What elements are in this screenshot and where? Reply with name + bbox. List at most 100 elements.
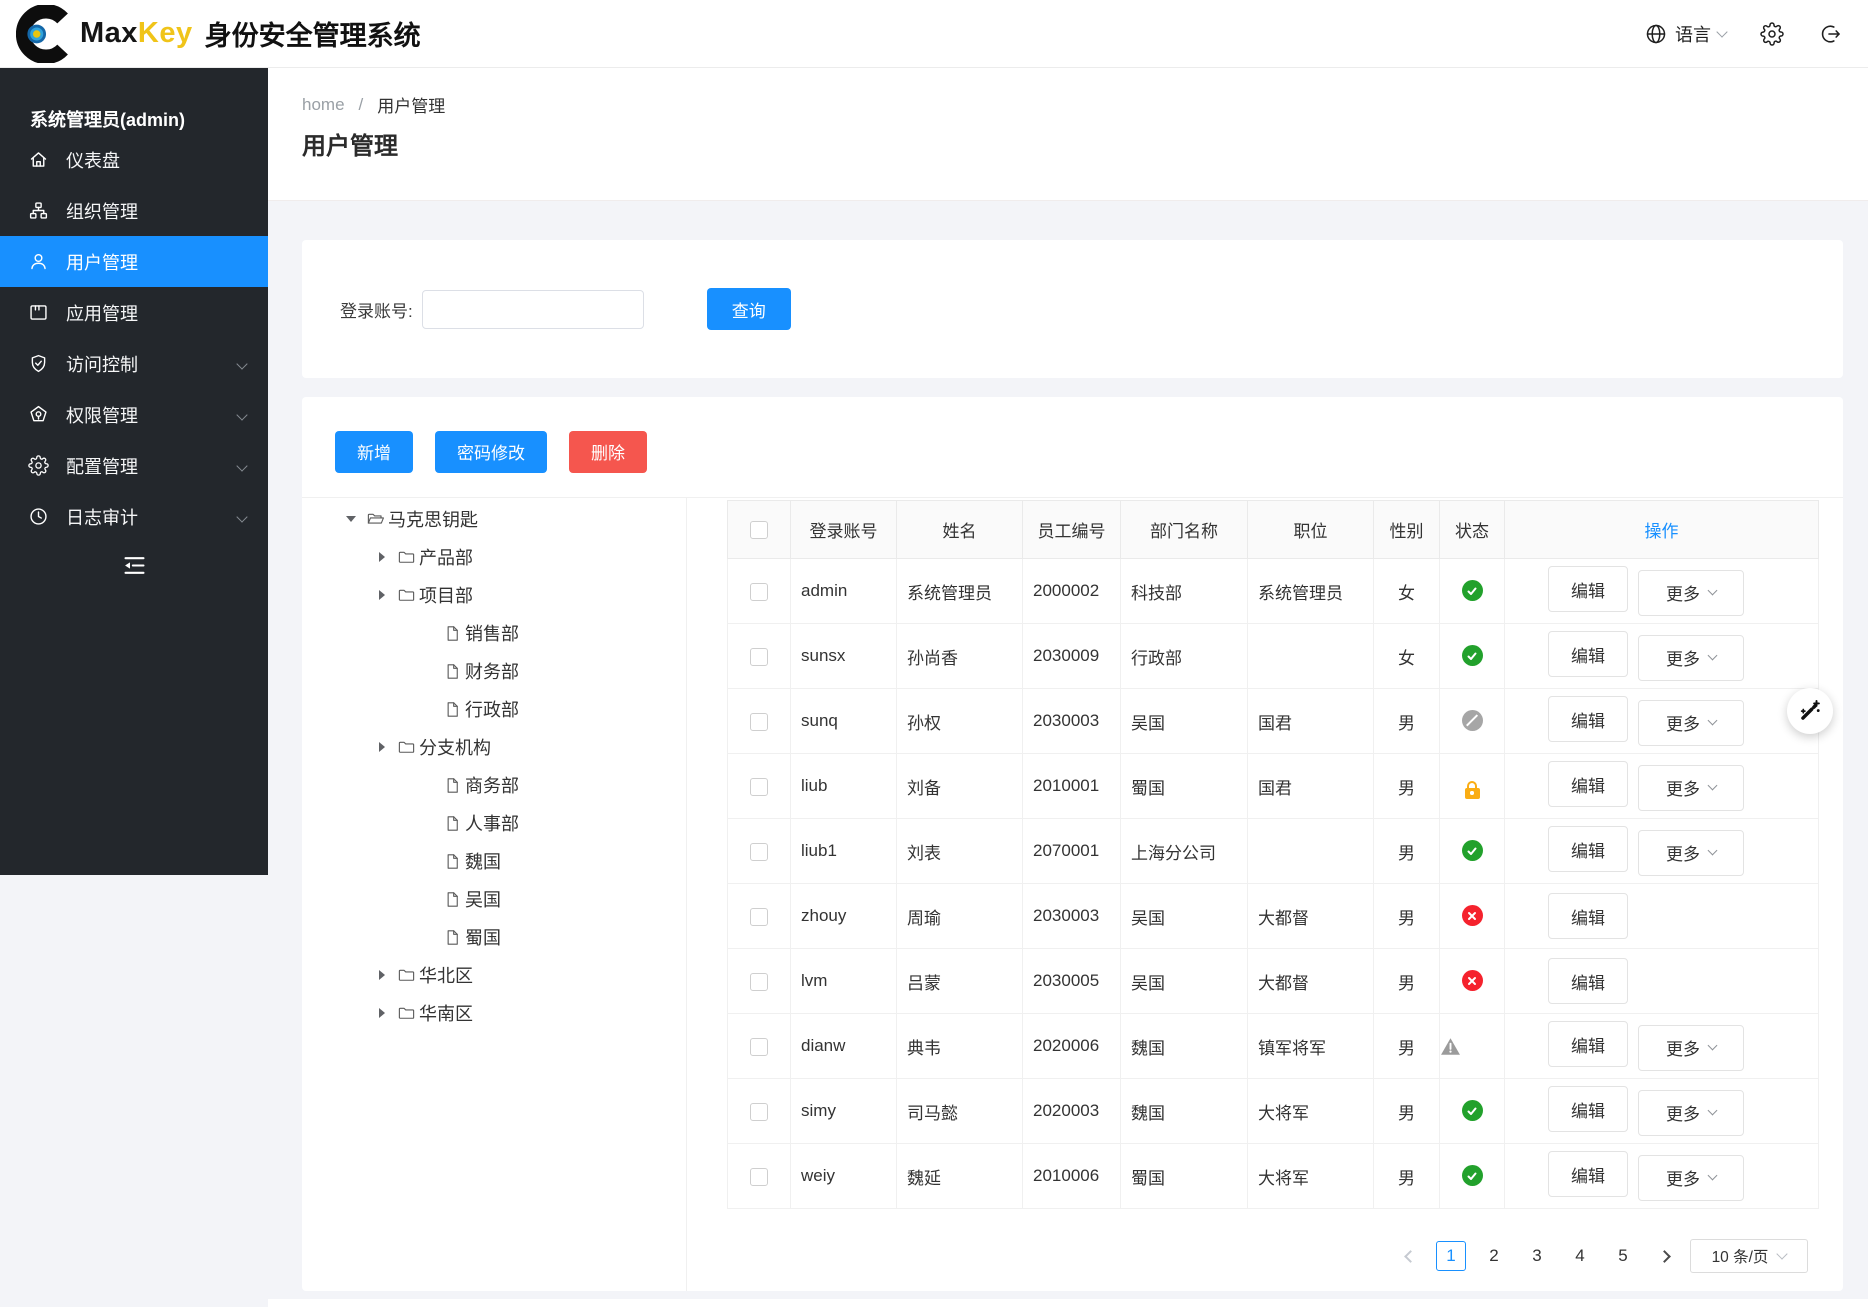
more-button[interactable]: 更多 [1638,635,1744,681]
page-button-1[interactable]: 1 [1436,1241,1466,1271]
maxkey-logo-icon [16,5,74,63]
edit-button[interactable]: 编辑 [1548,893,1628,939]
edit-button[interactable]: 编辑 [1548,1086,1628,1132]
gear-icon[interactable] [1760,22,1784,46]
edit-button[interactable]: 编辑 [1548,566,1628,612]
tree-node[interactable]: 魏国 [302,842,686,880]
caret-right-icon[interactable] [379,742,385,752]
next-page-button[interactable] [1651,1241,1677,1271]
sidebar-item-applications[interactable]: 应用管理 [0,287,268,338]
cell-actions: 编辑更多 [1505,754,1819,819]
cell-actions: 编辑更多 [1505,559,1819,624]
page-button-4[interactable]: 4 [1565,1241,1595,1271]
row-checkbox[interactable] [750,908,768,926]
tree-node[interactable]: 分支机构 [302,728,686,766]
caret-down-icon[interactable] [346,516,356,522]
cell-status [1440,754,1505,819]
column-header: 姓名 [897,501,1023,559]
row-checkbox[interactable] [750,583,768,601]
more-button[interactable]: 更多 [1638,830,1744,876]
select-all-checkbox[interactable] [750,521,768,539]
delete-button[interactable]: 删除 [569,431,647,473]
caret-right-icon[interactable] [379,552,385,562]
page-size-select[interactable]: 10 条/页 [1690,1239,1808,1273]
row-checkbox[interactable] [750,973,768,991]
more-button[interactable]: 更多 [1638,1155,1744,1201]
sidebar-item-permissions[interactable]: 权限管理 [0,389,268,440]
cell-gender: 男 [1374,949,1440,1014]
edit-button[interactable]: 编辑 [1548,1151,1628,1197]
column-header: 性别 [1374,501,1440,559]
tree-node[interactable]: 商务部 [302,766,686,804]
logout-icon[interactable] [1818,22,1842,46]
table-row: sunq孙权2030003吴国国君男编辑更多 [728,689,1819,754]
row-checkbox[interactable] [750,778,768,796]
file-icon [443,776,462,795]
caret-right-icon[interactable] [379,1008,385,1018]
row-checkbox[interactable] [750,648,768,666]
column-header: 员工编号 [1023,501,1121,559]
tree-node[interactable]: 华南区 [302,994,686,1032]
cell-gender: 男 [1374,754,1440,819]
table-row: admin系统管理员2000002科技部系统管理员女编辑更多 [728,559,1819,624]
column-header: 部门名称 [1121,501,1248,559]
more-button[interactable]: 更多 [1638,765,1744,811]
change-password-button[interactable]: 密码修改 [435,431,547,473]
edit-button[interactable]: 编辑 [1548,826,1628,872]
caret-right-icon[interactable] [379,970,385,980]
more-button[interactable]: 更多 [1638,1025,1744,1071]
sidebar-item-dashboard[interactable]: 仪表盘 [0,134,268,185]
login-account-input[interactable] [422,290,644,329]
more-button[interactable]: 更多 [1638,1090,1744,1136]
brand-subtitle: 身份安全管理系统 [205,14,421,53]
sidebar-item-audit[interactable]: 日志审计 [0,491,268,542]
cell-job: 大都督 [1248,949,1374,1014]
page-button-5[interactable]: 5 [1608,1241,1638,1271]
prev-page-button[interactable] [1397,1241,1423,1271]
footer-strip [268,1299,1868,1307]
row-checkbox[interactable] [750,1168,768,1186]
folder-icon [397,1004,416,1023]
magic-wand-fab[interactable] [1787,688,1833,734]
table-header: 登录账号姓名员工编号部门名称职位性别状态操作 [728,501,1819,559]
add-button[interactable]: 新增 [335,431,413,473]
edit-button[interactable]: 编辑 [1548,761,1628,807]
tree-node[interactable]: 蜀国 [302,918,686,956]
more-button[interactable]: 更多 [1638,570,1744,616]
query-button[interactable]: 查询 [707,288,791,330]
sidebar-item-access[interactable]: 访问控制 [0,338,268,389]
tree-node[interactable]: 销售部 [302,614,686,652]
tree-node[interactable]: 人事部 [302,804,686,842]
sidebar-item-organization[interactable]: 组织管理 [0,185,268,236]
edit-button[interactable]: 编辑 [1548,631,1628,677]
edit-button[interactable]: 编辑 [1548,1021,1628,1067]
row-checkbox[interactable] [750,843,768,861]
cell-status [1440,949,1505,1014]
tree-node[interactable]: 吴国 [302,880,686,918]
tree-node[interactable]: 财务部 [302,652,686,690]
row-checkbox[interactable] [750,713,768,731]
menu-fold-icon[interactable] [121,552,148,579]
row-checkbox[interactable] [750,1103,768,1121]
tree-node[interactable]: 项目部 [302,576,686,614]
page-button-2[interactable]: 2 [1479,1241,1509,1271]
tree-node[interactable]: 行政部 [302,690,686,728]
tree-node[interactable]: 华北区 [302,956,686,994]
more-button[interactable]: 更多 [1638,700,1744,746]
sidebar-item-config[interactable]: 配置管理 [0,440,268,491]
more-label: 更多 [1666,1100,1700,1125]
breadcrumb-home[interactable]: home [302,95,345,115]
row-checkbox[interactable] [750,1038,768,1056]
edit-button[interactable]: 编辑 [1548,696,1628,742]
cell-department: 吴国 [1121,689,1248,754]
tree-node[interactable]: 马克思钥匙 [302,500,686,538]
page-button-3[interactable]: 3 [1522,1241,1552,1271]
sidebar-item-users[interactable]: 用户管理 [0,236,268,287]
table-row: simy司马懿2020003魏国大将军男编辑更多 [728,1079,1819,1144]
cell-login: liub1 [791,819,897,884]
caret-right-icon[interactable] [379,590,385,600]
language-selector[interactable]: 语言 [1644,21,1726,47]
edit-button[interactable]: 编辑 [1548,958,1628,1004]
tree-node[interactable]: 产品部 [302,538,686,576]
more-label: 更多 [1666,710,1700,735]
